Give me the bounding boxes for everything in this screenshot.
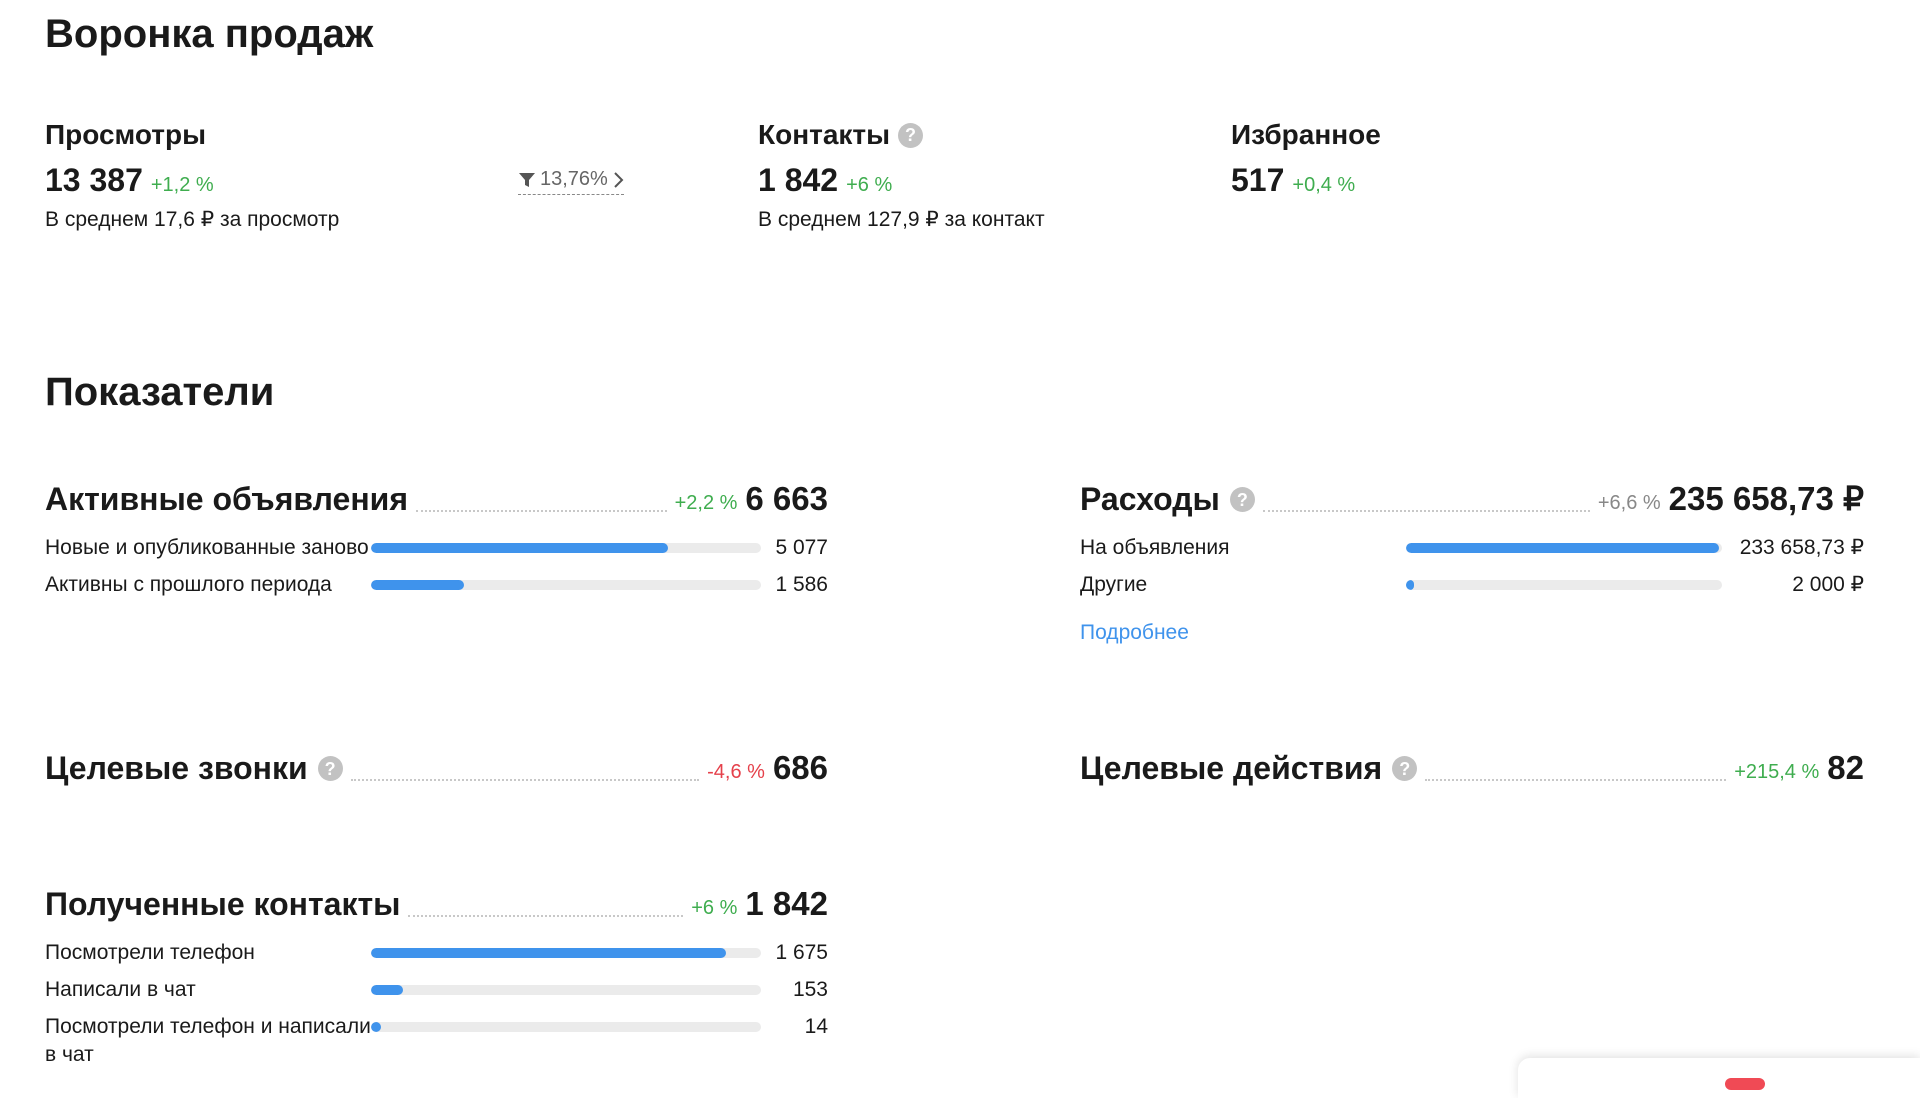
row-value: 153 [792, 978, 828, 1001]
row-value: 1 586 [775, 573, 828, 596]
progress-fill [1406, 580, 1414, 590]
more-details-link[interactable]: Подробнее [1080, 621, 1189, 645]
progress-bar [371, 580, 761, 590]
contacts-avg: В среднем 127,9 ₽ за контакт [758, 208, 1045, 231]
funnel-title: Воронка продаж [45, 12, 374, 56]
progress-bar [1406, 543, 1722, 553]
dotted-leader [408, 915, 684, 917]
feedback-widget[interactable] [1518, 1058, 1920, 1098]
progress-fill [371, 580, 464, 590]
progress-fill [371, 985, 404, 995]
views-label: Просмотры [45, 119, 207, 150]
progress-fill [371, 1022, 381, 1032]
contacts-change: +6 % [846, 174, 893, 196]
row-label: Активны с прошлого периода [45, 573, 332, 596]
progress-bar [371, 948, 761, 958]
dotted-leader [1262, 510, 1590, 512]
received-contacts-title: Полученные контакты [45, 886, 401, 922]
breakdown-row: На объявления 233 658,73 ₽ [1080, 534, 1864, 562]
received-contacts-total: 1 842 [745, 885, 828, 922]
target-actions-block: Целевые действия ? +215,4 % 82 [1080, 747, 1864, 787]
views-avg: В среднем 17,6 ₽ за просмотр [45, 208, 340, 231]
progress-fill [371, 948, 726, 958]
chevron-right-icon [612, 171, 624, 189]
breakdown-row: Посмотрели телефон и написали в чат 14 [45, 1013, 828, 1069]
expenses-title: Расходы [1080, 481, 1220, 517]
funnel-favorites: Избранное 517 +0,4 % [1231, 118, 1381, 199]
breakdown-row: Новые и опубликованные заново 5 077 [45, 534, 828, 562]
indicators-title: Показатели [45, 370, 275, 414]
breakdown-row: Другие 2 000 ₽ [1080, 571, 1864, 599]
views-value: 13 387 [45, 162, 143, 198]
views-change: +1,2 % [150, 174, 214, 196]
breakdown-row: Написали в чат 153 [45, 976, 828, 1004]
contacts-value: 1 842 [758, 162, 839, 198]
row-value: 5 077 [775, 536, 828, 559]
funnel-filter-icon [518, 171, 536, 189]
active-ads-title: Активные объявления [45, 481, 408, 517]
progress-bar [371, 985, 761, 995]
row-label: Новые и опубликованные заново [45, 536, 369, 559]
dotted-leader [1425, 779, 1727, 781]
target-actions-title: Целевые действия [1080, 750, 1383, 786]
breakdown-row: Посмотрели телефон 1 675 [45, 939, 828, 967]
question-mark-icon[interactable]: ? [317, 756, 343, 781]
conversion-link[interactable]: 13,76% [518, 168, 624, 195]
funnel-views: Просмотры 13 387 +1,2 % В среднем 17,6 ₽… [45, 118, 339, 232]
favorites-change: +0,4 % [1292, 174, 1356, 196]
expenses-change: +6,6 % [1597, 492, 1661, 514]
row-value: 14 [804, 1015, 828, 1038]
question-mark-icon[interactable]: ? [1229, 487, 1255, 512]
received-contacts-block: Полученные контакты +6 % 1 842 Посмотрел… [45, 883, 828, 1078]
active-ads-total: 6 663 [745, 480, 828, 517]
row-value: 2 000 ₽ [1792, 573, 1864, 596]
row-label: На объявления [1080, 536, 1230, 559]
favorites-value: 517 [1231, 162, 1285, 198]
progress-bar [1406, 580, 1722, 590]
active-ads-block: Активные объявления +2,2 % 6 663 Новые и… [45, 478, 828, 608]
row-label: Другие [1080, 573, 1148, 596]
row-label: Посмотрели телефон и написали в чат [45, 1015, 371, 1066]
question-mark-icon[interactable]: ? [898, 122, 924, 148]
target-calls-change: -4,6 % [707, 761, 765, 783]
favorites-label: Избранное [1231, 119, 1381, 150]
row-value: 233 658,73 ₽ [1739, 536, 1864, 559]
funnel-contacts: Контакты ? 1 842 +6 % В среднем 127,9 ₽ … [758, 118, 1045, 232]
row-label: Посмотрели телефон [45, 941, 255, 964]
progress-fill [1406, 543, 1720, 553]
question-mark-icon[interactable]: ? [1392, 756, 1418, 781]
row-label: Написали в чат [45, 978, 196, 1001]
active-ads-change: +2,2 % [674, 492, 738, 514]
received-contacts-change: +6 % [691, 897, 738, 919]
progress-bar [371, 543, 761, 553]
breakdown-row: Активны с прошлого периода 1 586 [45, 571, 828, 599]
dotted-leader [350, 779, 700, 781]
expenses-total: 235 658,73 ₽ [1668, 480, 1864, 517]
contacts-label: Контакты [758, 119, 891, 150]
expenses-block: Расходы ? +6,6 % 235 658,73 ₽ На объявле… [1080, 478, 1864, 645]
target-calls-total: 686 [772, 749, 828, 786]
row-value: 1 675 [775, 941, 828, 964]
conversion-value: 13,76% [540, 168, 608, 190]
target-actions-change: +215,4 % [1734, 761, 1820, 783]
target-calls-title: Целевые звонки [45, 750, 308, 786]
dotted-leader [416, 510, 667, 512]
target-calls-block: Целевые звонки ? -4,6 % 686 [45, 747, 828, 787]
progress-fill [371, 543, 669, 553]
progress-bar [371, 1022, 761, 1032]
target-actions-total: 82 [1827, 749, 1864, 786]
